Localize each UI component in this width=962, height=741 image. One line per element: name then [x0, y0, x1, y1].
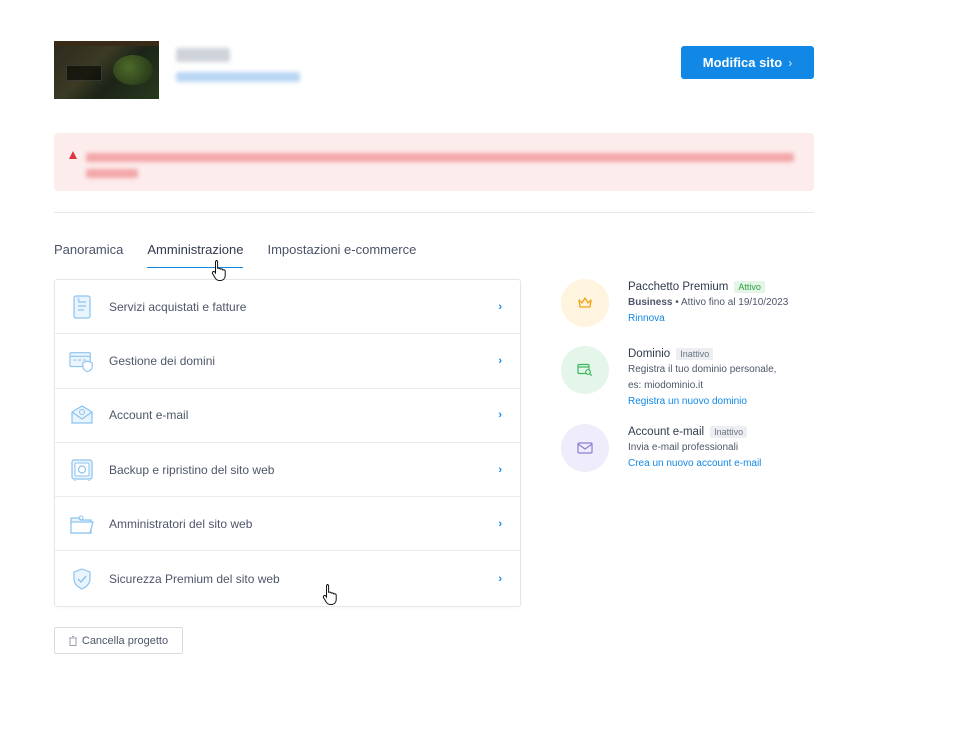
- chevron-right-icon: ›: [498, 300, 502, 313]
- chevron-right-icon: ›: [498, 354, 502, 367]
- domain-shield-icon: [69, 348, 95, 374]
- menu-item-label: Backup e ripristino del sito web: [109, 462, 275, 477]
- chevron-right-icon: ›: [498, 409, 502, 422]
- domain-title: Dominio: [628, 348, 671, 360]
- menu-item-amministratori[interactable]: Amministratori del sito web ›: [55, 497, 520, 552]
- premium-plan: Business: [628, 297, 673, 308]
- tab-panoramica[interactable]: Panoramica: [54, 242, 123, 270]
- domain-description-line1: Registra il tuo dominio personale,: [628, 364, 777, 375]
- chevron-right-icon: ›: [498, 463, 502, 476]
- tab-bar: Panoramica Amministrazione Impostazioni …: [54, 242, 416, 270]
- separator-dot: •: [675, 297, 679, 308]
- menu-item-label: Servizi acquistati e fatture: [109, 299, 247, 314]
- site-name-redacted: [176, 48, 230, 62]
- crown-icon-circle: [561, 279, 609, 327]
- svg-text:$: $: [77, 297, 80, 303]
- domain-search-icon: [577, 363, 593, 377]
- hand-cursor-icon: [211, 260, 226, 281]
- menu-item-gestione-domini[interactable]: Gestione dei domini ›: [55, 334, 520, 389]
- crown-icon: [578, 297, 592, 308]
- invoice-icon: $: [69, 294, 95, 320]
- menu-item-label: Sicurezza Premium del sito web: [109, 571, 280, 586]
- delete-project-label: Cancella progetto: [81, 634, 169, 647]
- envelope-icon-circle: [561, 424, 609, 472]
- menu-item-label: Account e-mail: [109, 408, 189, 423]
- domain-description-line2: es: miodominio.it: [628, 380, 704, 391]
- premium-info: Pacchetto Premium Attivo Business • Atti…: [628, 279, 848, 327]
- status-badge: Inattivo: [710, 426, 748, 438]
- register-domain-link[interactable]: Registra un nuovo dominio: [628, 396, 747, 407]
- section-divider: [54, 212, 814, 213]
- tab-amministrazione[interactable]: Amministrazione: [147, 242, 244, 270]
- safe-icon: [69, 457, 95, 483]
- shield-check-icon: [69, 566, 95, 592]
- status-badge: Inattivo: [676, 348, 714, 360]
- edit-site-button[interactable]: Modifica sito ›: [681, 46, 814, 79]
- envelope-icon: [577, 442, 593, 454]
- alert-text-redacted-line2: [86, 169, 138, 178]
- folder-user-icon: [69, 511, 95, 537]
- menu-item-label: Gestione dei domini: [109, 353, 216, 368]
- create-email-link[interactable]: Crea un nuovo account e-mail: [628, 458, 761, 469]
- chevron-right-icon: ›: [788, 55, 793, 70]
- domain-icon-circle: [561, 346, 609, 394]
- thumbnail-topbar: [54, 41, 159, 46]
- hand-cursor-icon: [322, 584, 337, 605]
- chevron-right-icon: ›: [498, 517, 502, 530]
- chevron-right-icon: ›: [498, 572, 502, 585]
- alert-text-redacted: [86, 153, 794, 162]
- premium-title: Pacchetto Premium: [628, 281, 729, 293]
- email-description: Invia e-mail professionali: [628, 442, 739, 453]
- renew-link[interactable]: Rinnova: [628, 313, 665, 324]
- tab-impostazioni-ecommerce[interactable]: Impostazioni e-commerce: [267, 242, 416, 270]
- alert-banner: [54, 133, 814, 191]
- thumbnail-overlay-box: [66, 65, 102, 81]
- email-info: Account e-mail Inattivo Invia e-mail pro…: [628, 424, 848, 472]
- menu-item-backup-ripristino[interactable]: Backup e ripristino del sito web ›: [55, 443, 520, 498]
- premium-status-text: Attivo fino al 19/10/2023: [681, 297, 789, 308]
- status-badge: Attivo: [734, 281, 765, 293]
- trash-icon: [68, 635, 77, 646]
- edit-site-label: Modifica sito: [702, 55, 783, 70]
- email-title: Account e-mail: [628, 426, 705, 438]
- site-thumbnail[interactable]: [54, 41, 159, 99]
- admin-menu: $ Servizi acquistati e fatture › Gestion…: [54, 279, 521, 607]
- domain-info: Dominio Inattivo Registra il tuo dominio…: [628, 346, 848, 410]
- menu-item-account-email[interactable]: Account e-mail ›: [55, 389, 520, 443]
- warning-icon: [69, 151, 77, 159]
- menu-item-label: Amministratori del sito web: [109, 516, 253, 531]
- site-url-redacted[interactable]: [176, 72, 300, 82]
- email-icon: [69, 402, 95, 428]
- delete-project-button[interactable]: Cancella progetto: [54, 627, 183, 654]
- menu-item-sicurezza-premium[interactable]: Sicurezza Premium del sito web ›: [55, 551, 520, 605]
- menu-item-servizi-fatture[interactable]: $ Servizi acquistati e fatture ›: [55, 280, 520, 335]
- thumbnail-image-subject: [113, 55, 153, 85]
